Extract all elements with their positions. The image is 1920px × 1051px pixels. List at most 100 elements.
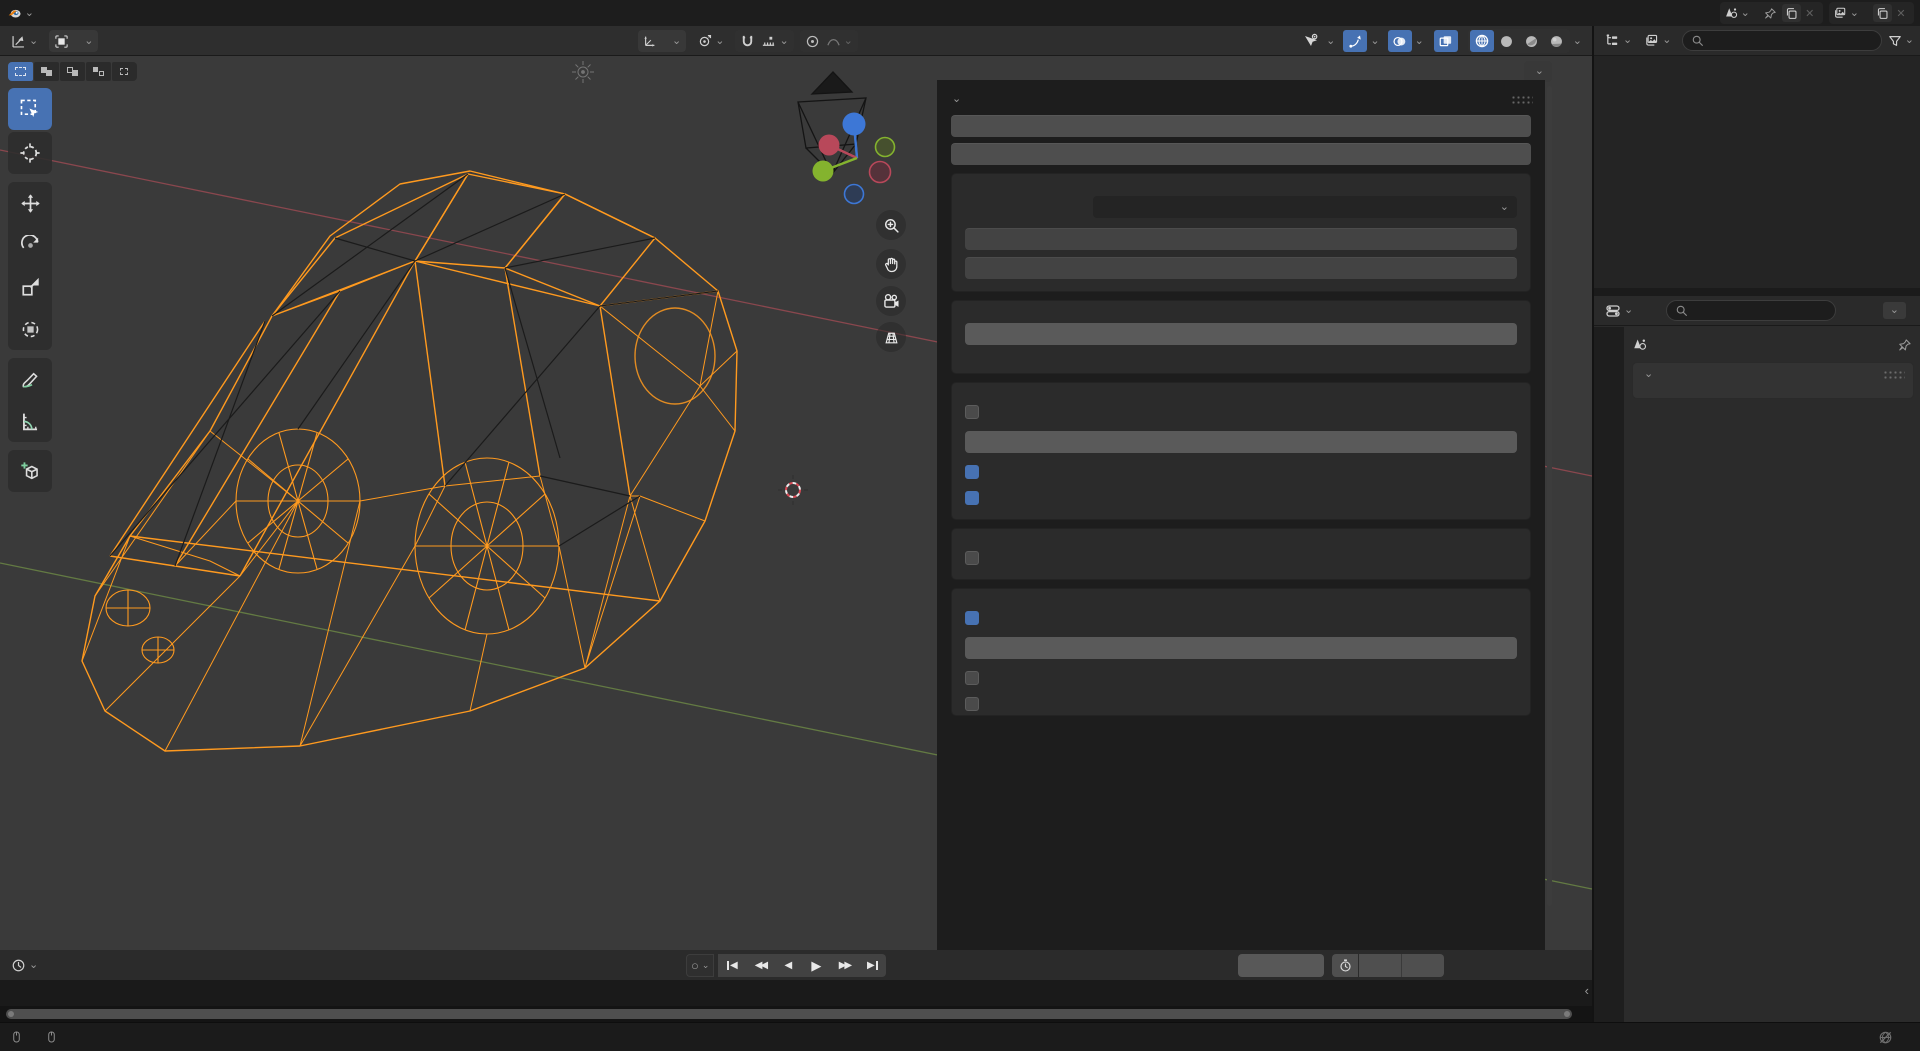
save-preset-button[interactable] (965, 228, 1517, 250)
frame-end-field[interactable] (1401, 954, 1444, 977)
preserve-materials-checkbox[interactable] (965, 491, 979, 505)
use-custom-constraints-checkbox[interactable] (965, 551, 979, 565)
panel-drag-handle[interactable] (1511, 95, 1533, 104)
shading-wireframe-button[interactable] (1470, 30, 1494, 52)
select-subtract-button[interactable] (60, 62, 85, 81)
pin-icon[interactable] (1762, 7, 1780, 20)
tool-scale[interactable] (8, 266, 52, 308)
overlays-toggle[interactable] (1388, 30, 1412, 52)
pivot-dropdown[interactable]: ⌄ (692, 30, 729, 52)
conversion-settings-box (951, 382, 1531, 520)
scene-selector[interactable]: ⌄ ✕ (1720, 2, 1823, 24)
preserve-seams-row[interactable] (965, 465, 1517, 479)
timeline-editor-type-button[interactable]: ⌄ (6, 954, 43, 976)
properties-search[interactable] (1666, 300, 1836, 321)
smooth-topology-checkbox[interactable] (965, 671, 979, 685)
mode-dropdown[interactable]: ⌄ (49, 30, 98, 52)
use-preview-range-button[interactable] (1332, 954, 1358, 977)
viewlayer-selector[interactable]: ⌄ ✕ (1829, 2, 1914, 24)
status-pan (10, 1030, 27, 1044)
proportional-icon (805, 34, 820, 49)
tool-transform[interactable] (8, 308, 52, 350)
jump-to-end-button[interactable]: ▶ (858, 954, 886, 977)
proportional-group[interactable]: ⌄ (800, 30, 858, 52)
delete-scene-icon[interactable]: ✕ (1801, 7, 1819, 20)
zoom-button[interactable] (876, 210, 906, 240)
viewport-options-button[interactable]: ⌄ (1524, 61, 1552, 82)
tool-annotate[interactable] (8, 358, 52, 400)
orientation-dropdown[interactable]: ⌄ (638, 30, 686, 52)
convert-to-quads-button[interactable] (951, 115, 1531, 137)
editor-type-button[interactable]: ⌄ (6, 30, 43, 52)
tool-select-box[interactable] (8, 88, 52, 130)
panel-collapse-icon[interactable]: ⌄ (952, 94, 961, 105)
preset-dropdown[interactable]: ⌄ (1093, 196, 1517, 218)
next-keyframe-button[interactable]: ▶▶ (830, 954, 858, 977)
blender-logo-icon[interactable]: ⌄ (8, 5, 34, 21)
select-extend-button[interactable] (34, 62, 59, 81)
preserve-materials-row[interactable] (965, 491, 1517, 505)
timeline-ruler[interactable] (0, 980, 1592, 1006)
camera-view-button[interactable] (876, 286, 906, 316)
current-frame-field[interactable] (1238, 954, 1324, 977)
timeline-scrollbar[interactable] (6, 1009, 1572, 1019)
new-viewlayer-icon[interactable] (1873, 4, 1892, 22)
select-set-button[interactable] (8, 62, 33, 81)
clean-degenerate-row[interactable] (965, 611, 1517, 625)
network-offline-icon (1878, 1030, 1893, 1045)
play-button[interactable]: ▶ (802, 954, 830, 977)
new-scene-icon[interactable] (1782, 4, 1801, 22)
timeline-scroll-track[interactable] (0, 1006, 1592, 1022)
scene-panel-drag-handle[interactable] (1883, 370, 1905, 379)
delete-viewlayer-icon[interactable]: ✕ (1892, 7, 1910, 20)
use-quadriflow-row[interactable] (965, 405, 1517, 419)
pin-id-icon[interactable] (1898, 338, 1912, 352)
tool-rotate[interactable] (8, 224, 52, 266)
play-reverse-button[interactable]: ◀ (774, 954, 802, 977)
shading-solid-button[interactable] (1495, 30, 1519, 52)
xray-toggle[interactable] (1434, 30, 1458, 52)
auto-keying-button[interactable]: ○⌄ (686, 954, 714, 977)
outliner-display-mode-button[interactable]: ⌄ (1639, 30, 1676, 52)
outliner-properties-splitter[interactable] (1594, 288, 1920, 296)
outliner-search-input[interactable] (1710, 34, 1872, 48)
tool-move[interactable] (8, 182, 52, 224)
pan-hand-button[interactable] (876, 249, 906, 279)
apply-preset-button[interactable] (965, 257, 1517, 279)
presets-box: ⌄ (951, 173, 1531, 292)
snap-group[interactable]: ⌄ (735, 30, 793, 52)
panel-scrollbar[interactable] (1547, 86, 1552, 906)
properties-editor: ⌄ ⌄ ⌄ (1594, 296, 1920, 1022)
preserve-seams-checkbox[interactable] (965, 465, 979, 479)
properties-editor-type-button[interactable]: ⌄ (1600, 300, 1638, 322)
tool-add-cube[interactable] (8, 450, 52, 492)
poly-reduction-ratio-slider[interactable] (965, 323, 1517, 345)
scene-panel-collapse-icon[interactable]: ⌄ (1644, 369, 1653, 380)
outliner-search[interactable] (1682, 30, 1881, 51)
filter-icon[interactable]: ⌄ (1888, 34, 1914, 48)
degenerate-distance-slider[interactable] (965, 637, 1517, 659)
visibility-dropdown[interactable] (1299, 30, 1323, 52)
outliner-editor-type-button[interactable]: ⌄ (1600, 30, 1637, 52)
shading-rendered-button[interactable] (1545, 30, 1569, 52)
select-intersect-button[interactable] (112, 62, 137, 81)
use-custom-constraints-row[interactable] (965, 551, 1517, 565)
reduce-poly-count-button[interactable] (951, 143, 1531, 165)
perspective-toggle-button[interactable] (876, 322, 906, 352)
jump-to-start-button[interactable]: ◀ (718, 954, 746, 977)
tool-measure[interactable] (8, 400, 52, 442)
use-quadriflow-checkbox[interactable] (965, 405, 979, 419)
properties-options-icon[interactable]: ⌄ (1883, 302, 1906, 319)
viewport-3d[interactable]: ⌄ ⌄ ⌄ (0, 56, 1592, 950)
prev-keyframe-button[interactable]: ◀◀ (746, 954, 774, 977)
gizmos-toggle[interactable] (1343, 30, 1367, 52)
collapse-arrow-icon[interactable]: ‹ (1585, 984, 1589, 997)
face-angle-limit-slider[interactable] (965, 431, 1517, 453)
frame-start-field[interactable] (1359, 954, 1401, 977)
smooth-topology-row[interactable] (965, 671, 1517, 685)
select-invert-button[interactable] (86, 62, 111, 81)
shading-material-button[interactable] (1520, 30, 1544, 52)
tool-cursor[interactable] (8, 132, 52, 174)
clean-degenerate-checkbox[interactable] (965, 611, 979, 625)
properties-search-input[interactable] (1694, 304, 1827, 318)
